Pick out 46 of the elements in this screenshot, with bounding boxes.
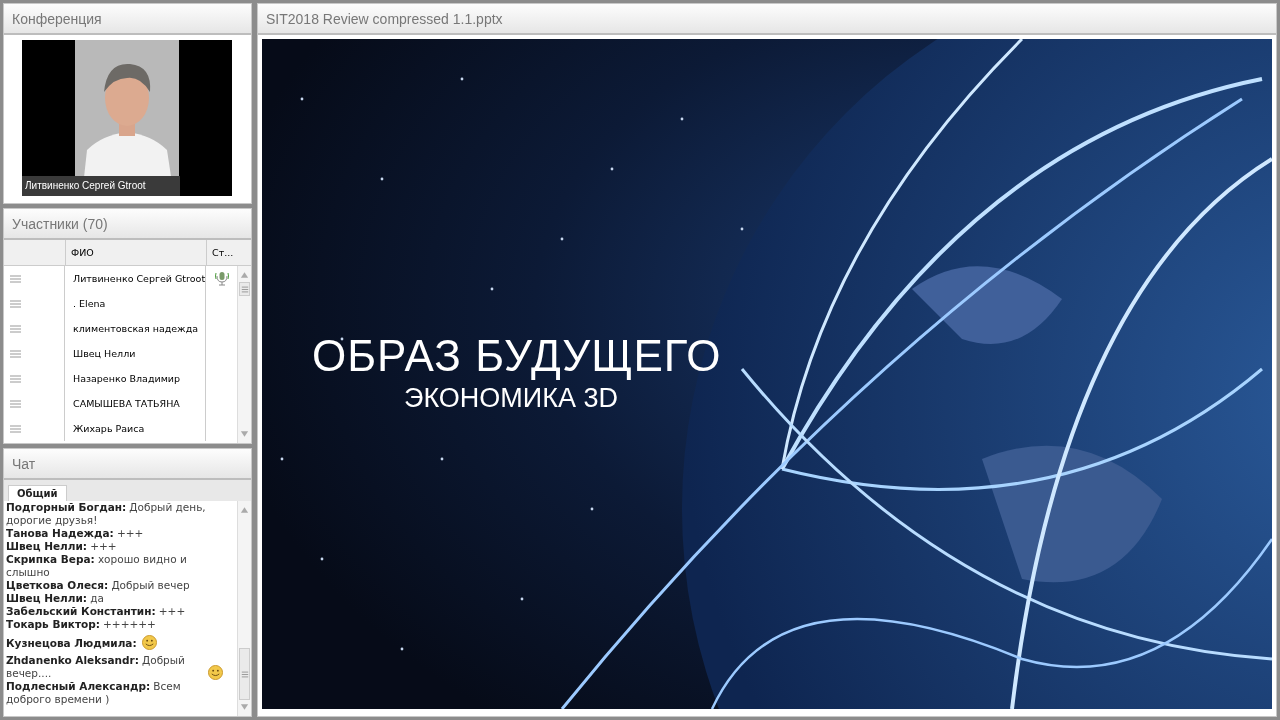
scrollbar[interactable] (237, 501, 251, 716)
drag-handle-icon[interactable] (10, 274, 21, 283)
drag-handle-icon[interactable] (10, 324, 21, 333)
panel-title: Конференция (12, 10, 102, 27)
chat-message: Zhdanenko Aleksandr: Добрый вечер.... (6, 654, 186, 680)
smiley-icon (141, 635, 157, 650)
participant-name: климентовская надежда (73, 323, 199, 334)
panel-title: Участники (70) (12, 215, 108, 232)
scroll-up-icon[interactable] (240, 506, 249, 514)
chat-message: Швец Нелли: да (6, 592, 104, 604)
chat-message: Танова Надежда: +++ (6, 527, 144, 539)
chat-message: Подлесный Александр: Всем доброго времени ) (6, 680, 181, 705)
slide-title: ОБРАЗ БУДУЩЕГО (312, 331, 722, 381)
chat-message: Забельский Константин: +++ (6, 605, 186, 617)
chat-message: Подгорный Богдан: Добрый день, дорогие друзья! (6, 501, 206, 526)
participant-name: Жихарь Раиса (73, 423, 145, 434)
scroll-down-icon[interactable] (240, 703, 249, 711)
chat-message: Кузнецова Людмила: (6, 637, 138, 650)
drag-handle-icon[interactable] (10, 349, 21, 358)
chat-tab[interactable]: Общий (8, 485, 67, 501)
scroll-up-icon[interactable] (240, 271, 249, 279)
microphone-icon (214, 270, 229, 286)
scroll-thumb[interactable] (239, 282, 250, 296)
panel-title: Чат (12, 455, 36, 472)
column-header[interactable]: Ст... (207, 240, 251, 265)
column-header[interactable]: ФИО (66, 240, 207, 265)
drag-handle-icon[interactable] (10, 299, 21, 308)
participant-name: Литвиненко Сергей Gtroot (73, 273, 205, 284)
participant-name: Швец Нелли (73, 348, 136, 359)
panel-title: SIT2018 Review compressed 1.1.pptx (266, 10, 503, 27)
drag-handle-icon[interactable] (10, 399, 21, 408)
video-caption: Литвиненко Сергей Gtroot (22, 176, 180, 196)
participant-name: Назаренко Владимир (73, 373, 181, 384)
participant-name: САМЫШЕВА ТАТЬЯНА (73, 398, 180, 409)
participant-name: . Elena (73, 298, 106, 309)
smiley-icon (208, 665, 223, 680)
chat-message: Цветкова Олеся: Добрый вечер (6, 579, 190, 591)
scroll-down-icon[interactable] (240, 430, 249, 438)
scroll-thumb[interactable] (239, 648, 250, 700)
slide-subtitle: ЭКОНОМИКА 3D (404, 383, 618, 414)
chat-message: Скрипка Вера: хорошо видно и слышно (6, 553, 187, 578)
scrollbar[interactable] (237, 266, 251, 443)
chat-message: Токарь Виктор: ++++++ (6, 618, 156, 630)
drag-handle-icon[interactable] (10, 424, 21, 433)
chat-message: Швец Нелли: +++ (6, 540, 117, 552)
drag-handle-icon[interactable] (10, 374, 21, 383)
